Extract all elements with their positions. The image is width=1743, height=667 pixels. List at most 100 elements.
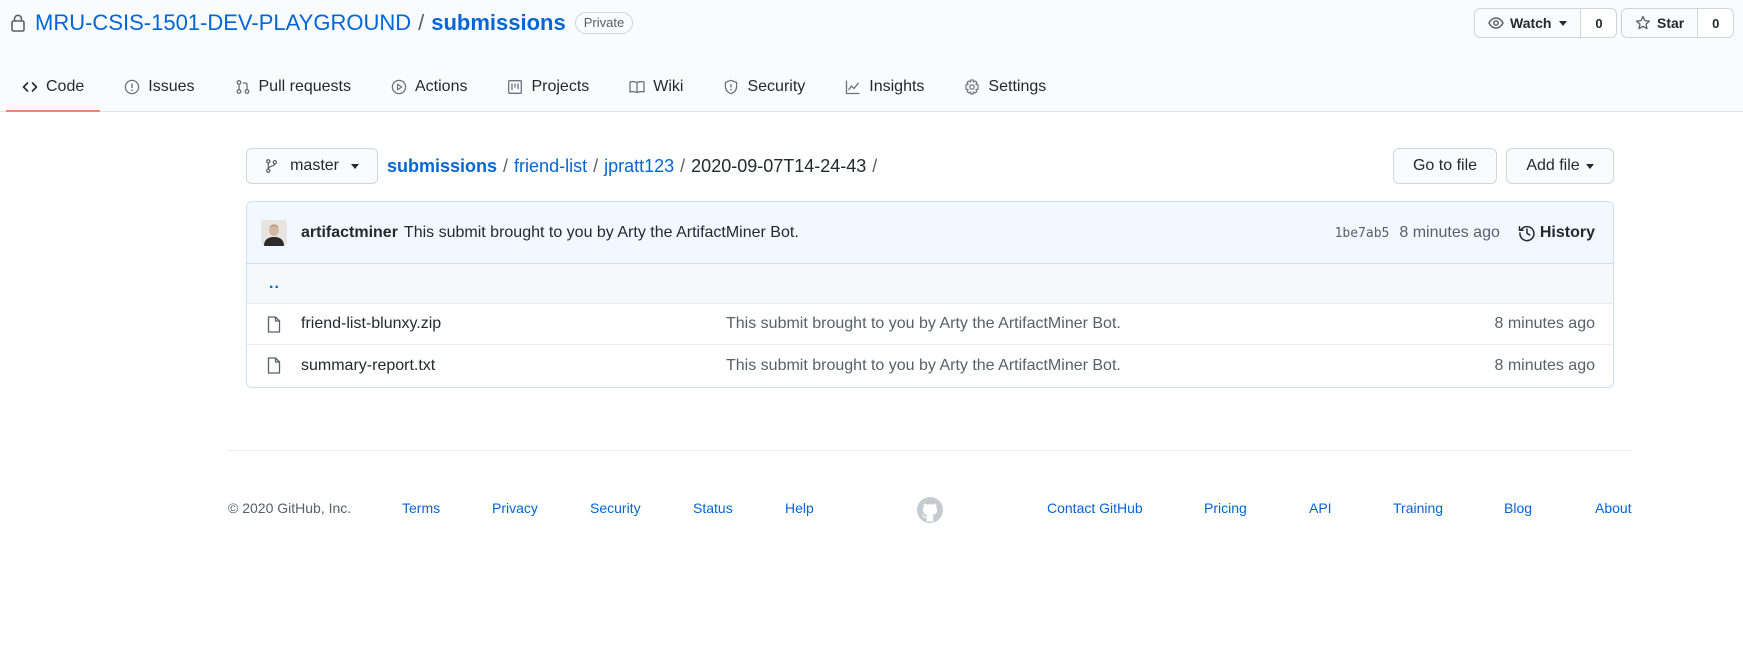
repo-title: MRU-CSIS-1501-DEV-PLAYGROUND / submissio…	[10, 8, 634, 38]
footer-link-about[interactable]: About	[1595, 500, 1632, 516]
project-icon	[508, 80, 523, 94]
commit-time: 8 minutes ago	[1399, 224, 1500, 241]
breadcrumb-separator: /	[503, 155, 509, 176]
github-mark-icon[interactable]	[916, 496, 944, 524]
lock-icon	[11, 14, 25, 32]
play-icon	[391, 79, 407, 95]
star-icon	[1635, 15, 1651, 30]
parent-directory-row: ..	[247, 264, 1613, 304]
shield-icon	[725, 79, 738, 95]
site-footer: © 2020 GitHub, Inc. Terms Privacy Securi…	[228, 494, 1632, 524]
footer-link-terms[interactable]: Terms	[402, 500, 440, 516]
watch-group: Watch 0	[1474, 8, 1618, 38]
parent-directory-link[interactable]: ..	[269, 275, 280, 293]
star-count[interactable]: 0	[1698, 8, 1735, 38]
footer-copyright: © 2020 GitHub, Inc.	[228, 500, 352, 516]
breadcrumb-current: 2020-09-07T14-24-43	[691, 155, 867, 176]
footer-link-training[interactable]: Training	[1393, 500, 1443, 516]
footer-link-blog[interactable]: Blog	[1504, 500, 1532, 516]
file-icon	[267, 316, 281, 333]
tab-label: Projects	[531, 78, 590, 95]
breadcrumb-separator: /	[872, 155, 878, 176]
file-commit-message-link[interactable]: This submit brought to you by Arty the A…	[726, 357, 1121, 375]
history-label: History	[1539, 224, 1595, 241]
breadcrumb: submissions / friend-list / jpratt123 / …	[387, 152, 883, 180]
footer-link-security[interactable]: Security	[590, 500, 641, 516]
tab-projects[interactable]: Projects	[491, 64, 605, 112]
author-avatar-image	[261, 219, 287, 246]
tab-label: Pull requests	[258, 78, 352, 95]
footer-link-api[interactable]: API	[1309, 500, 1332, 516]
file-icon	[267, 357, 281, 374]
footer-link-status[interactable]: Status	[693, 500, 733, 516]
add-file-label: Add file	[1526, 157, 1580, 174]
breadcrumb-separator: /	[680, 155, 686, 176]
repo-tabs: Code Issues Pull requests Actions Projec…	[6, 64, 1070, 112]
tab-label: Code	[46, 78, 85, 95]
file-row: summary-report.txt This submit brought t…	[247, 345, 1613, 386]
footer-link-pricing[interactable]: Pricing	[1204, 500, 1247, 516]
file-row: friend-list-blunxy.zip This submit broug…	[247, 304, 1613, 345]
gear-icon	[965, 79, 980, 95]
repo-name-link[interactable]: submissions	[431, 10, 565, 36]
chevron-down-icon	[1585, 163, 1594, 169]
repo-header: MRU-CSIS-1501-DEV-PLAYGROUND / submissio…	[0, 0, 1743, 112]
chevron-down-icon	[351, 163, 359, 169]
breadcrumb-separator: /	[593, 155, 599, 176]
tab-label: Actions	[415, 78, 468, 95]
path-separator: /	[418, 10, 425, 35]
tab-pull-requests[interactable]: Pull requests	[219, 64, 368, 112]
book-icon	[629, 80, 645, 94]
commit-message-link[interactable]: This submit brought to you by Arty the A…	[404, 224, 799, 242]
commit-author-link[interactable]: artifactminer	[301, 224, 398, 242]
file-name-link[interactable]: friend-list-blunxy.zip	[301, 315, 441, 333]
footer-link-help[interactable]: Help	[785, 500, 814, 516]
commit-meta: 1be7ab5 8 minutes ago History	[1335, 202, 1595, 264]
tab-settings[interactable]: Settings	[948, 64, 1062, 112]
tab-label: Insights	[869, 78, 925, 95]
git-branch-icon	[266, 159, 278, 173]
tab-wiki[interactable]: Wiki	[613, 64, 699, 112]
branch-name: master	[290, 157, 339, 174]
add-file-button[interactable]: Add file	[1506, 148, 1614, 184]
file-age: 8 minutes ago	[1494, 315, 1595, 332]
file-name-link[interactable]: summary-report.txt	[301, 357, 435, 375]
tab-actions[interactable]: Actions	[375, 64, 483, 112]
graph-icon	[846, 80, 860, 95]
history-icon	[1518, 225, 1535, 242]
tab-insights[interactable]: Insights	[829, 64, 940, 112]
file-age: 8 minutes ago	[1494, 356, 1595, 374]
footer-link-privacy[interactable]: Privacy	[492, 500, 538, 516]
chevron-down-icon	[1559, 20, 1568, 26]
issue-icon	[125, 79, 140, 95]
star-button[interactable]: Star	[1621, 8, 1699, 38]
branch-selector[interactable]: master	[246, 148, 378, 184]
avatar[interactable]	[261, 219, 287, 246]
repo-owner-link[interactable]: MRU-CSIS-1501-DEV-PLAYGROUND	[35, 10, 411, 36]
breadcrumb-link[interactable]: friend-list	[514, 156, 587, 177]
history-link[interactable]: History	[1518, 224, 1595, 242]
star-group: Star 0	[1621, 8, 1735, 38]
watch-button[interactable]: Watch	[1474, 8, 1582, 38]
tab-security[interactable]: Security	[707, 64, 821, 112]
tab-issues[interactable]: Issues	[108, 64, 210, 112]
pull-request-icon	[236, 80, 249, 94]
file-browser: artifactminer This submit brought to you…	[246, 201, 1614, 388]
footer-link-contact-github[interactable]: Contact GitHub	[1047, 500, 1143, 516]
eye-icon	[1488, 17, 1504, 29]
watch-label: Watch	[1510, 15, 1552, 31]
latest-commit-bar: artifactminer This submit brought to you…	[247, 202, 1613, 264]
visibility-badge: Private	[574, 12, 634, 34]
go-to-file-button[interactable]: Go to file	[1393, 148, 1497, 184]
code-icon	[22, 82, 38, 92]
footer-divider	[228, 450, 1632, 451]
tab-label: Issues	[148, 78, 195, 95]
breadcrumb-link[interactable]: jpratt123	[604, 156, 674, 177]
commit-sha-link[interactable]: 1be7ab5	[1335, 226, 1390, 241]
breadcrumb-root-link[interactable]: submissions	[387, 156, 497, 177]
tab-code[interactable]: Code	[6, 64, 101, 112]
file-commit-message-link[interactable]: This submit brought to you by Arty the A…	[726, 315, 1121, 333]
watch-count[interactable]: 0	[1581, 8, 1618, 38]
star-label: Star	[1657, 15, 1685, 31]
tab-label: Settings	[988, 78, 1047, 95]
